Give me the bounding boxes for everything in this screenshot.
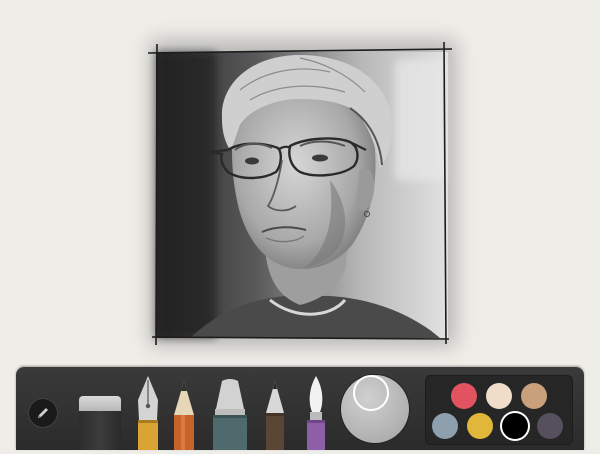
portrait-sketch — [147, 40, 456, 346]
marker-icon — [210, 379, 250, 454]
color-picker-button[interactable] — [28, 398, 58, 428]
swatch-slate-blue[interactable] — [432, 413, 458, 439]
swatch-black[interactable] — [502, 413, 528, 439]
fountain-pen-icon — [133, 376, 163, 454]
swatch-mustard[interactable] — [467, 413, 493, 439]
swatch-cream[interactable] — [486, 383, 512, 409]
eraser-tool[interactable] — [79, 396, 121, 450]
drawing-canvas[interactable] — [0, 0, 600, 365]
marker-tool[interactable] — [210, 379, 250, 450]
pencil-icon — [172, 381, 196, 454]
pencil-tool[interactable] — [172, 379, 196, 450]
swatch-red[interactable] — [451, 383, 477, 409]
brush-icon — [303, 376, 329, 454]
swatch-plum[interactable] — [537, 413, 563, 439]
color-palette — [425, 375, 573, 445]
mixer-selection-ring — [353, 375, 389, 411]
pen-tool[interactable] — [263, 379, 287, 450]
watercolor-brush-tool[interactable] — [303, 374, 329, 450]
swatch-tan[interactable] — [521, 383, 547, 409]
fountain-pen-tool[interactable] — [133, 374, 163, 450]
pen-icon — [263, 381, 287, 454]
